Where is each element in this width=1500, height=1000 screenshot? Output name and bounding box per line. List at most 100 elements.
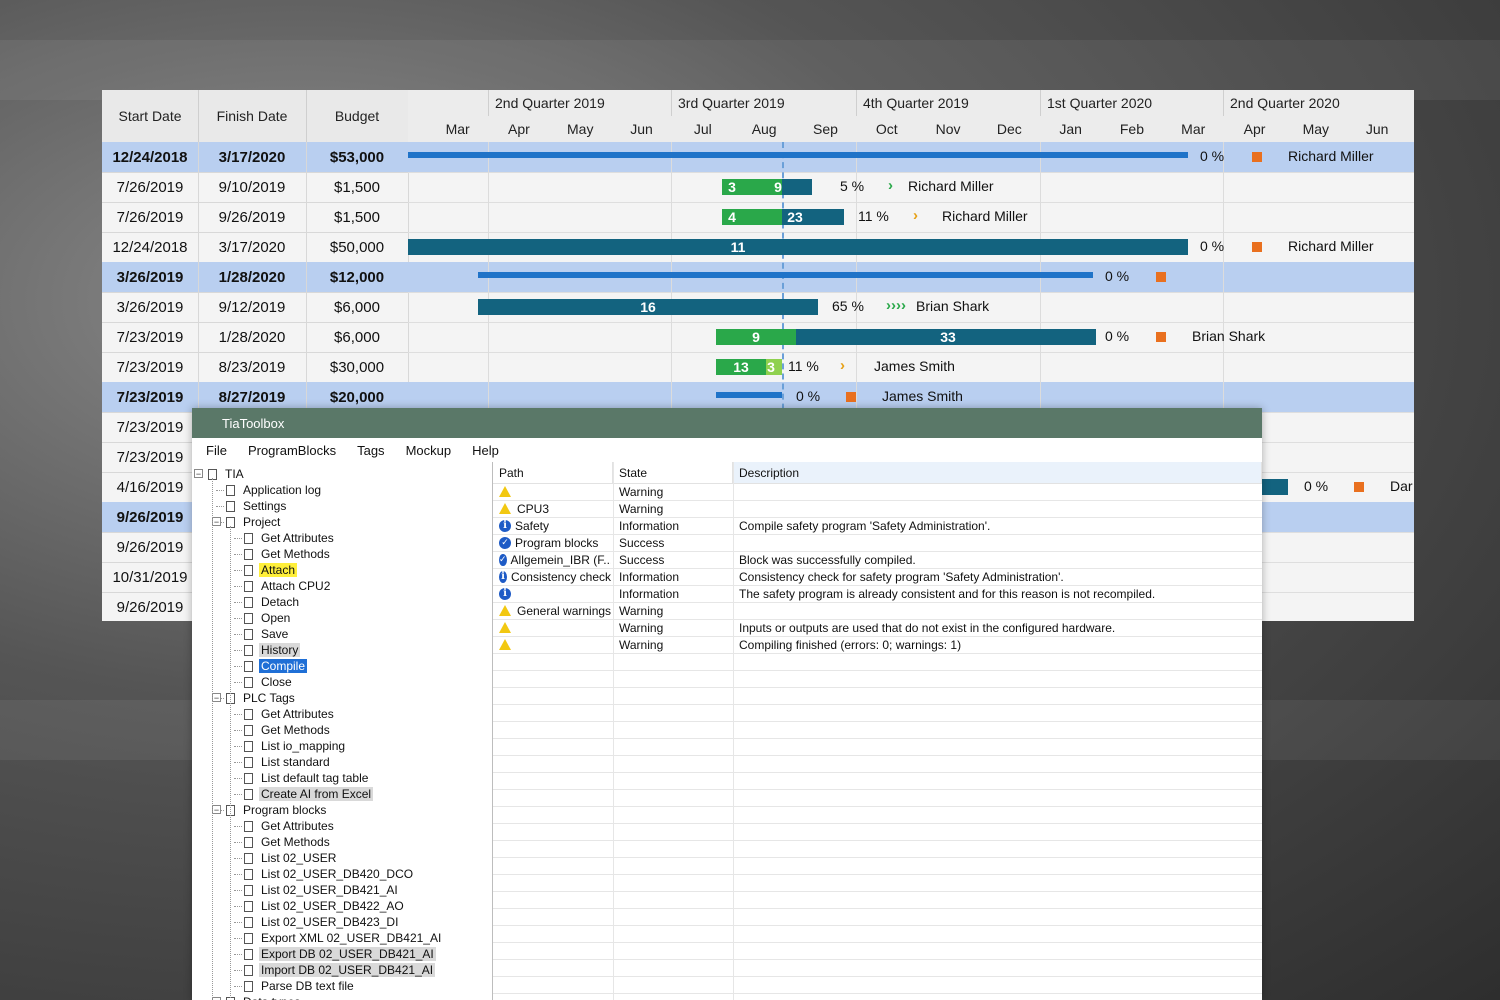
log-row-empty (493, 704, 1262, 722)
menu-file[interactable]: File (199, 443, 234, 458)
tree-item[interactable]: PLC Tags (226, 690, 297, 706)
bar-number: 9 (752, 329, 760, 345)
menu-tags[interactable]: Tags (350, 443, 391, 458)
summary-bar[interactable] (478, 272, 1093, 278)
tree-item[interactable]: Data types (226, 994, 302, 1000)
tree-item[interactable]: Application log (226, 482, 323, 498)
tree-toggle-icon[interactable]: − (212, 693, 221, 703)
task-bar[interactable] (408, 239, 1188, 255)
tree-connector (234, 986, 242, 987)
tree-item[interactable]: Get Methods (244, 722, 332, 738)
document-icon (244, 596, 253, 608)
month-label: Jan (1059, 121, 1082, 137)
log-state-cell: Warning (619, 620, 664, 635)
timeline-row[interactable] (408, 202, 1414, 233)
table-row[interactable]: 7/26/2019 9/10/2019 $1,500 (102, 172, 409, 203)
log-row[interactable]: ✓ Allgemein_IBR (F... Success Block was suc… (493, 551, 1262, 569)
col-state[interactable]: State (613, 462, 733, 483)
tree-item[interactable]: Get Attributes (244, 530, 336, 546)
tree-item[interactable]: Export DB 02_USER_DB421_AI (244, 946, 436, 962)
log-row[interactable]: General warnings Warning (493, 602, 1262, 620)
bar-number: 11 (730, 239, 746, 255)
tree-item[interactable]: Project (226, 514, 282, 530)
log-row[interactable]: Warning Compiling finished (errors: 0; wa… (493, 636, 1262, 654)
log-row[interactable]: i Consistency check Information Consistency… (493, 568, 1262, 586)
tree-item[interactable]: Detach (244, 594, 301, 610)
log-path-cell: i Safety (499, 517, 611, 534)
warning-icon (499, 486, 511, 497)
tree-item-label: Settings (243, 499, 287, 513)
log-table[interactable]: Path State Description Warning CPU3 Warnin… (493, 462, 1262, 1000)
tiatoolbox-window[interactable]: TiaToolbox File ProgramBlocks Tags Mockup He… (192, 408, 1262, 1000)
milestone-icon (846, 392, 856, 402)
tree-item[interactable]: Export XML 02_USER_DB421_AI (244, 930, 443, 946)
log-state-cell: Information (619, 569, 680, 584)
tree-item[interactable]: Compile (244, 658, 308, 674)
tree-item[interactable]: List io_mapping (244, 738, 347, 754)
tree-item[interactable]: Attach CPU2 (244, 578, 332, 594)
tree-item[interactable]: Get Attributes (244, 706, 336, 722)
bar-number: 3 (767, 359, 775, 375)
start-date-cell: 9/26/2019 (102, 532, 199, 562)
quarter-label: 2nd Quarter 2019 (488, 90, 671, 116)
tree-item[interactable]: Close (244, 674, 294, 690)
tree-item[interactable]: History (244, 642, 301, 658)
tree-toggle-icon[interactable]: − (212, 805, 221, 815)
document-icon (244, 580, 253, 592)
tree-item[interactable]: Settings (226, 498, 288, 514)
tree-item[interactable]: Get Methods (244, 834, 332, 850)
col-path[interactable]: Path (493, 462, 613, 483)
table-row[interactable]: 7/23/2019 8/23/2019 $30,000 (102, 352, 409, 383)
table-row[interactable]: 7/23/2019 1/28/2020 $6,000 (102, 322, 409, 353)
tree-connector (234, 842, 242, 843)
tree-item[interactable]: Get Methods (244, 546, 332, 562)
summary-bar[interactable] (408, 152, 1188, 158)
table-row[interactable]: 3/26/2019 9/12/2019 $6,000 (102, 292, 409, 323)
tree-item[interactable]: List 02_USER (244, 850, 338, 866)
table-row[interactable]: 3/26/2019 1/28/2020 $12,000 (102, 262, 409, 293)
log-state-cell: Warning (619, 603, 664, 618)
log-row[interactable]: i Safety Information Compile safety program… (493, 517, 1262, 535)
menu-mockup[interactable]: Mockup (399, 443, 459, 458)
log-row[interactable]: Warning (493, 483, 1262, 501)
resource-label: Dar (1390, 478, 1413, 494)
summary-bar[interactable] (716, 392, 782, 398)
tree-toggle-icon[interactable]: − (212, 517, 221, 527)
tree-item[interactable]: Parse DB text file (244, 978, 356, 994)
month-label: Jun (1365, 121, 1389, 137)
tree-item[interactable]: List standard (244, 754, 332, 770)
tree-item[interactable]: List 02_USER_DB420_DCO (244, 866, 415, 882)
tree-item[interactable]: Get Attributes (244, 818, 336, 834)
tree-item[interactable]: List 02_USER_DB421_AI (244, 882, 400, 898)
col-description[interactable]: Description (733, 462, 1262, 483)
task-bar[interactable] (1258, 479, 1288, 495)
table-row[interactable]: 12/24/2018 3/17/2020 $50,000 (102, 232, 409, 263)
tree-item[interactable]: Open (244, 610, 292, 626)
table-row[interactable]: 12/24/2018 3/17/2020 $53,000 (102, 142, 409, 173)
log-row[interactable]: CPU3 Warning (493, 500, 1262, 518)
start-date-cell: 7/23/2019 (102, 442, 199, 472)
col-start-date[interactable]: Start Date (102, 90, 199, 142)
col-finish-date[interactable]: Finish Date (198, 90, 307, 142)
tree-item[interactable]: Save (244, 626, 290, 642)
col-budget[interactable]: Budget (306, 90, 409, 142)
resource-label: James Smith (874, 358, 955, 374)
tree-item[interactable]: List 02_USER_DB422_AO (244, 898, 406, 914)
log-row[interactable]: Warning Inputs or outputs are used that d… (493, 619, 1262, 637)
log-row[interactable]: i Information The safety program is alread… (493, 585, 1262, 603)
log-row[interactable]: ✓ Program blocks Success (493, 534, 1262, 552)
menu-help[interactable]: Help (465, 443, 506, 458)
tree-item[interactable]: TIA (208, 466, 246, 482)
navigation-tree[interactable]: − TIA Application log Settings − Project Get A… (192, 462, 493, 1000)
tree-toggle-icon[interactable]: − (194, 469, 203, 479)
tree-item[interactable]: List 02_USER_DB423_DI (244, 914, 400, 930)
table-row[interactable]: 7/26/2019 9/26/2019 $1,500 (102, 202, 409, 233)
tree-item-label: List default tag table (261, 771, 369, 785)
tree-item[interactable]: Create AI from Excel (244, 786, 374, 802)
tree-item[interactable]: Program blocks (226, 802, 328, 818)
tree-item[interactable]: Import DB 02_USER_DB421_AI (244, 962, 436, 978)
menu-programblocks[interactable]: ProgramBlocks (241, 443, 343, 458)
tree-item[interactable]: List default tag table (244, 770, 370, 786)
tree-item[interactable]: Attach (244, 562, 298, 578)
log-description-cell (739, 483, 1259, 500)
